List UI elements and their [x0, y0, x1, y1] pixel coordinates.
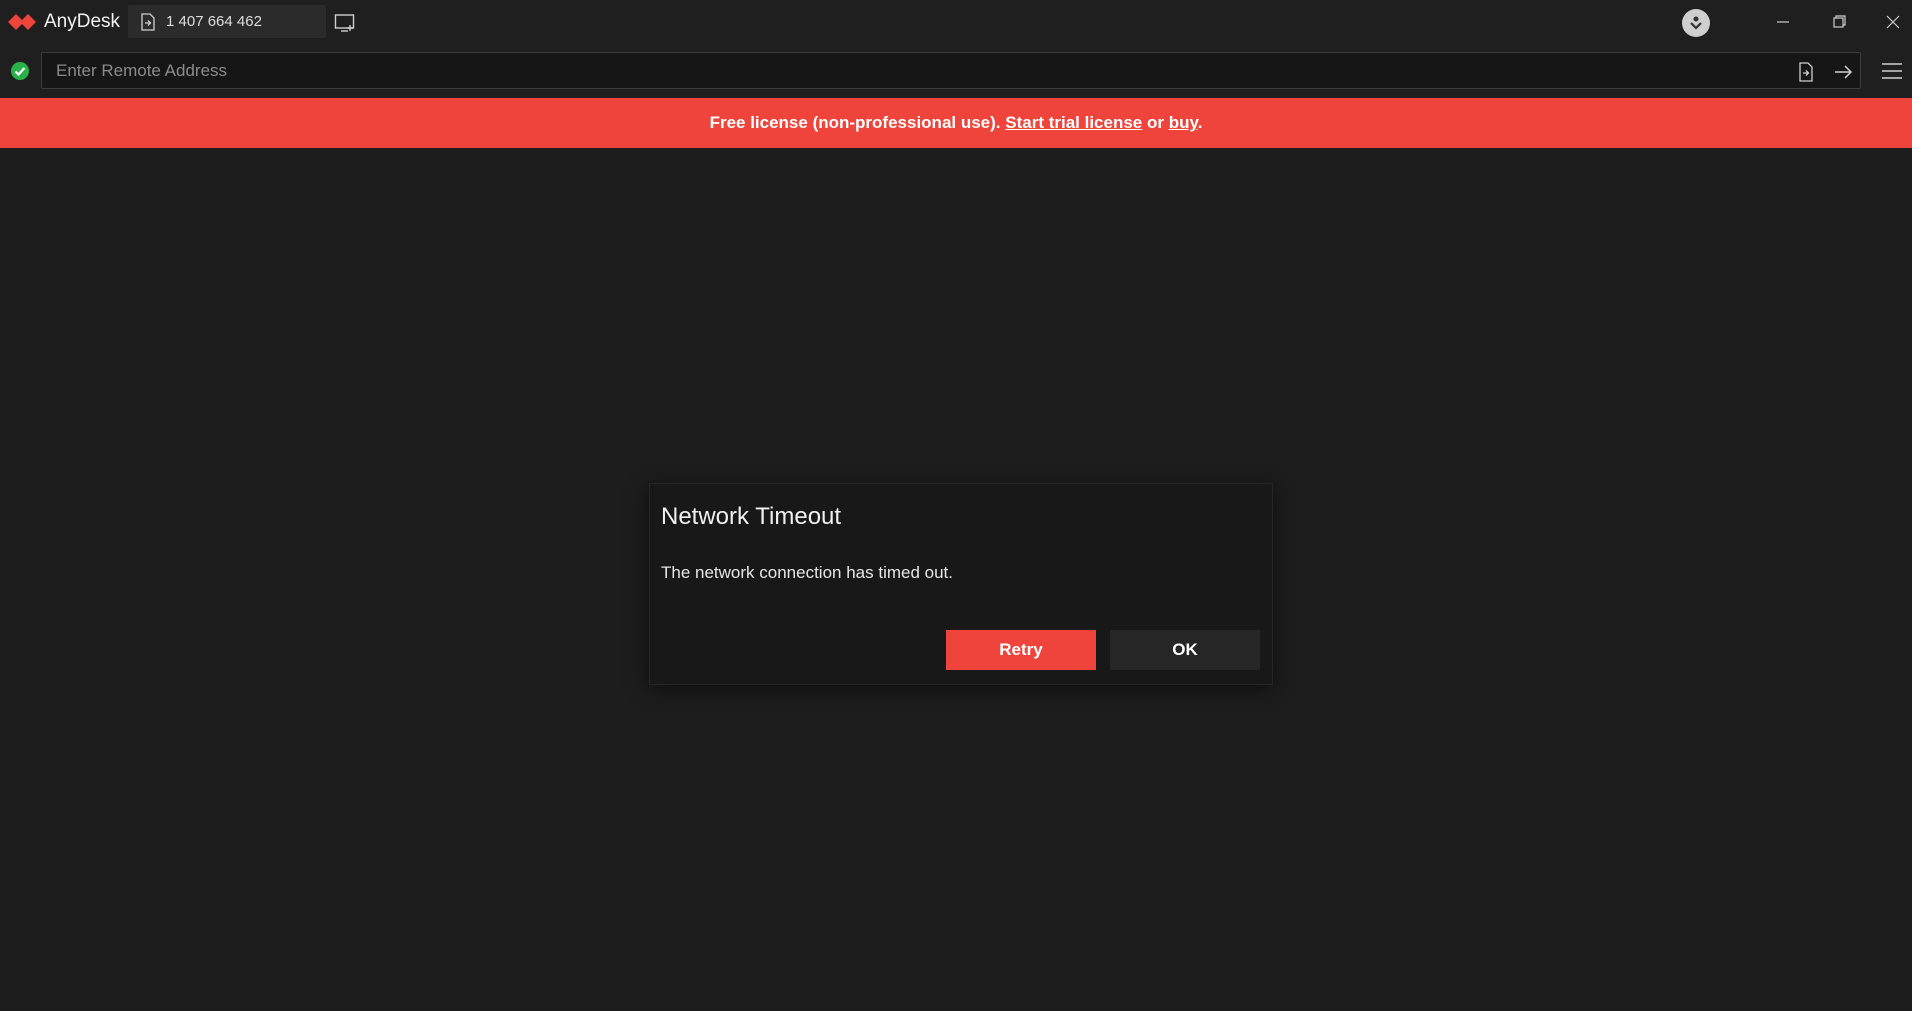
- retry-button[interactable]: Retry: [946, 630, 1096, 670]
- network-timeout-dialog: Network Timeout The network connection h…: [649, 483, 1273, 685]
- file-transfer-icon: [141, 13, 155, 31]
- start-trial-link[interactable]: Start trial license: [1005, 113, 1142, 132]
- buy-link[interactable]: buy: [1169, 113, 1198, 132]
- ok-button[interactable]: OK: [1110, 630, 1260, 670]
- remote-address-field: [41, 52, 1861, 89]
- tab-remote-session[interactable]: 1 407 664 462: [128, 5, 326, 38]
- chevron-down-icon: [1690, 16, 1702, 30]
- banner-period: .: [1197, 113, 1203, 132]
- online-status-icon: [11, 62, 29, 80]
- connect-arrow-icon[interactable]: [1832, 61, 1854, 83]
- banner-or-text: or: [1142, 113, 1169, 132]
- restore-icon[interactable]: [1824, 8, 1854, 36]
- tab-label: 1 407 664 462: [166, 13, 262, 30]
- license-banner: Free license (non-professional use). Sta…: [0, 98, 1912, 148]
- license-banner-text: Free license (non-professional use).: [709, 113, 1006, 132]
- hamburger-menu-icon[interactable]: [1880, 59, 1904, 83]
- minimize-icon[interactable]: [1768, 8, 1798, 36]
- remote-address-input[interactable]: [56, 53, 1756, 88]
- anydesk-logo-icon: [8, 14, 36, 30]
- title-bar: AnyDesk 1 407 664 462: [0, 0, 1912, 45]
- address-bar: [0, 45, 1912, 97]
- app-name: AnyDesk: [44, 11, 121, 32]
- dialog-message: The network connection has timed out.: [661, 563, 953, 582]
- profile-status-icon[interactable]: [1682, 9, 1710, 37]
- file-transfer-icon[interactable]: [1795, 61, 1817, 83]
- new-session-icon[interactable]: [334, 12, 356, 34]
- dialog-title: Network Timeout: [661, 503, 842, 530]
- close-icon[interactable]: [1878, 8, 1908, 36]
